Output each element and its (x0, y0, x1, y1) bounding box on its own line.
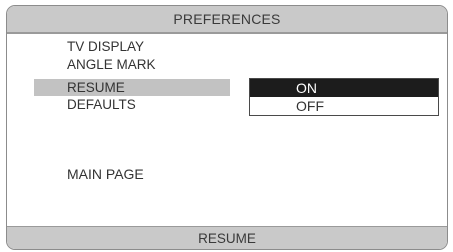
menu-item-tv-display[interactable]: TV DISPLAY (67, 38, 144, 55)
osd-window: PREFERENCES TV DISPLAY ANGLE MARK RESUME… (6, 5, 448, 250)
submenu-option-on[interactable]: ON (250, 79, 438, 97)
title-bar: PREFERENCES (7, 6, 447, 32)
menu-item-resume[interactable]: RESUME (34, 79, 230, 96)
page-title: PREFERENCES (173, 11, 281, 27)
main-page-link[interactable]: MAIN PAGE (67, 166, 144, 182)
menu-item-angle-mark[interactable]: ANGLE MARK (67, 56, 156, 73)
menu-item-defaults[interactable]: DEFAULTS (67, 96, 136, 113)
status-bar: RESUME (7, 226, 447, 249)
status-text: RESUME (198, 231, 256, 246)
resume-submenu: ON OFF (249, 78, 439, 116)
title-divider (7, 32, 447, 34)
submenu-option-off[interactable]: OFF (250, 97, 438, 115)
